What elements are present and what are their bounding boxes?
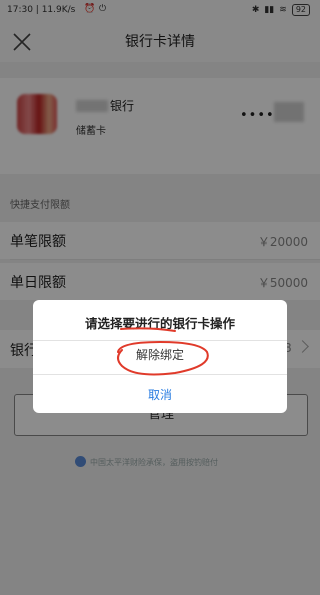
dialog-title: 请选择要进行的银行卡操作 bbox=[84, 316, 235, 331]
modal-overlay[interactable] bbox=[0, 0, 320, 595]
divider bbox=[33, 374, 287, 375]
unbind-button[interactable]: 解除绑定 bbox=[33, 346, 287, 363]
divider bbox=[33, 340, 287, 341]
action-dialog: 请选择要进行的银行卡操作 解除绑定 取消 bbox=[33, 300, 287, 413]
cancel-button[interactable]: 取消 bbox=[33, 386, 287, 403]
